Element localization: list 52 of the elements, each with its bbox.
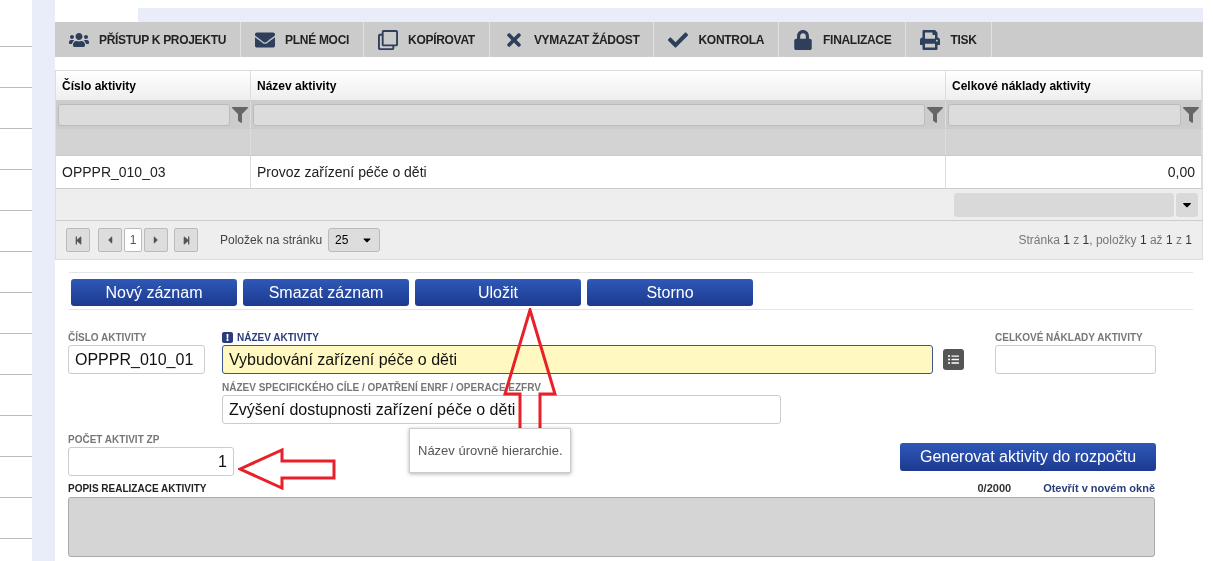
list-icon[interactable] — [943, 349, 964, 370]
character-counter: 0/2000 — [977, 482, 1012, 494]
page-summary: Stránka 1 z 1, položky 1 až 1 z 1 — [1018, 233, 1192, 247]
copy-icon — [378, 29, 399, 50]
table-cell: 0,00 — [946, 156, 1202, 188]
generate-button[interactable]: Generovat aktivity do rozpočtu — [900, 443, 1156, 471]
toolbar-button[interactable]: PLNÉ MOCI — [241, 22, 365, 57]
toolbar-button[interactable]: KONTROLA — [654, 22, 780, 57]
filter-icon[interactable] — [232, 106, 248, 123]
action-button[interactable]: Storno — [587, 279, 753, 306]
column-header[interactable]: Název aktivity — [251, 71, 946, 100]
filter-field[interactable] — [253, 103, 925, 126]
field-label: POPIS REALIZACE AKTIVITY — [68, 482, 207, 494]
tooltip: Název úrovně hierarchie. — [409, 428, 571, 473]
input-field[interactable]: Zvýšení dostupnosti zařízení péče o děti — [222, 395, 781, 424]
filter-icon[interactable] — [1183, 106, 1199, 123]
toolbar-button[interactable]: KOPÍROVAT — [364, 22, 490, 57]
toolbar-button[interactable]: VYMAZAT ŽÁDOST — [489, 22, 655, 57]
action-button[interactable]: Uložit — [415, 279, 581, 306]
input-field[interactable]: Vybudování zařízení péče o děti — [222, 345, 933, 374]
field-label: NÁZEV SPECIFICKÉHO CÍLE / OPATŘENÍ ENRF / OPERACE EZFRV — [222, 382, 542, 393]
table-cell: Provoz zařízení péče o děti — [251, 156, 946, 188]
filter-field[interactable] — [948, 103, 1181, 126]
filter-field[interactable] — [58, 103, 230, 126]
column-header[interactable]: Číslo aktivity — [56, 71, 251, 100]
field-label: NÁZEV AKTIVITY — [222, 332, 933, 343]
column-header[interactable]: Celkové náklady aktivity — [946, 71, 1202, 100]
action-button[interactable]: Smazat záznam — [243, 279, 409, 306]
first-page-button[interactable] — [66, 228, 90, 252]
page-size-label: Položek na stránku — [220, 233, 323, 247]
page-size-select[interactable]: 25 — [328, 228, 381, 252]
page-number[interactable]: 1 — [124, 228, 142, 252]
last-page-icon — [181, 235, 191, 245]
field-label: POČET AKTIVIT ZP — [68, 434, 161, 445]
field-label: CELKOVÉ NÁKLADY AKTIVITY — [995, 332, 1144, 343]
toolbar-button[interactable]: TISK — [906, 22, 992, 57]
field-label: ČÍSLO AKTIVITY — [68, 332, 148, 343]
toolbar-button[interactable]: PŘÍSTUP K PROJEKTU — [55, 22, 242, 57]
next-page-button[interactable] — [144, 228, 168, 252]
printer-icon — [920, 29, 941, 50]
last-page-button[interactable] — [174, 228, 198, 252]
input-field[interactable] — [995, 345, 1156, 374]
table-cell: OPPPR_010_03 — [56, 156, 251, 188]
action-button[interactable]: Nový záznam — [71, 279, 237, 306]
previous-page-button[interactable] — [98, 228, 122, 252]
dropdown-button[interactable] — [1176, 192, 1198, 217]
input-field[interactable]: 1 — [68, 447, 234, 476]
filter-icon[interactable] — [927, 106, 943, 123]
first-page-icon — [73, 235, 83, 245]
toolbar-button[interactable]: FINALIZACE — [779, 22, 907, 57]
lock-icon — [793, 29, 814, 50]
input-field[interactable]: OPPPR_010_01 — [68, 345, 205, 374]
